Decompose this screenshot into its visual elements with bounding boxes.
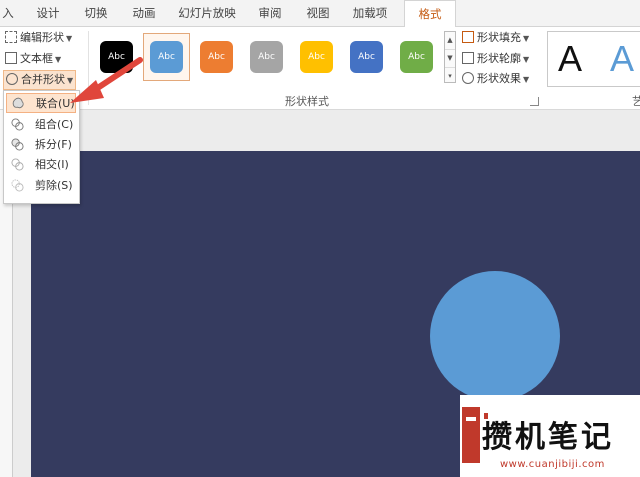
menu-item-intersect[interactable]: 相交(I) [6,155,76,175]
shape-style-swatch[interactable]: Abc [150,41,183,73]
shape-fill-button[interactable]: 形状填充 ▼ [462,29,529,47]
chevron-down-icon: ▼ [523,34,530,43]
chevron-down-icon: ▼ [66,34,73,43]
union-icon [12,97,24,109]
tab-transitions[interactable]: 切换 [78,0,114,26]
chevron-down-icon: ▼ [67,76,74,85]
intersect-icon [11,158,24,171]
shape-outline-label: 形状轮廓 [477,52,521,65]
chevron-down-icon: ▼ [523,75,530,84]
text-box-icon [5,52,17,64]
menu-item-subtract[interactable]: 剪除(S) [6,176,76,196]
group-divider [88,31,89,105]
shape-style-swatch[interactable]: Abc [100,41,133,73]
text-box-button[interactable]: 文本框 ▼ [5,50,61,68]
combine-icon [11,118,24,131]
merge-shapes-menu: 联合(U) 组合(C) 拆分(F) 相交(I) 剪除(S) [3,90,80,204]
shape-fill-label: 形状填充 [477,31,521,44]
menu-item-union[interactable]: 联合(U) [6,93,76,113]
menu-item-label: 拆分(F) [35,138,72,151]
style-gallery-scroll[interactable]: ▲ ▼ ▾ [444,31,456,83]
shape-style-swatch[interactable]: Abc [200,41,233,73]
shape-style-swatch[interactable]: Abc [400,41,433,73]
shape-effects-button[interactable]: 形状效果 ▼ [462,70,529,88]
pen-outline-icon [462,52,474,64]
tab-review[interactable]: 审阅 [252,0,288,26]
chevron-down-icon: ▼ [55,55,62,64]
menu-item-combine[interactable]: 组合(C) [6,115,76,135]
watermark-url: www.cuanjibiji.com [500,459,605,470]
shape-style-swatch[interactable]: Abc [250,41,283,73]
ribbon-format: 编辑形状 ▼ 文本框 ▼ 合并形状 ▼ Abc Abc Abc Abc Abc Abc… [0,27,640,110]
tab-insert[interactable]: 入 [0,0,16,26]
merge-shapes-button[interactable]: 合并形状 ▼ [3,70,77,90]
watermark-text: 攒机笔记 [482,420,614,455]
shape-effects-label: 形状效果 [477,72,521,85]
menu-item-fragment[interactable]: 拆分(F) [6,135,76,155]
wordart-black-sample[interactable]: A [558,39,582,79]
tab-animations[interactable]: 动画 [126,0,162,26]
tab-slideshow[interactable]: 幻灯片放映 [174,0,240,26]
tab-addins[interactable]: 加载项 [346,0,394,26]
circle-shape[interactable] [430,271,560,401]
menu-item-label: 相交(I) [35,158,69,171]
shape-outline-button[interactable]: 形状轮廓 ▼ [462,50,529,68]
wordart-group-label: 艺 [632,95,640,108]
menu-item-label: 联合(U) [36,97,75,110]
gallery-more-icon[interactable]: ▾ [445,68,455,85]
scroll-up-icon[interactable]: ▲ [445,32,455,50]
edit-shape-icon [5,31,17,43]
shape-style-swatch[interactable]: Abc [350,41,383,73]
tab-format[interactable]: 格式 [404,0,456,28]
effects-icon [462,72,474,84]
wordart-blue-sample[interactable]: A [610,39,634,79]
text-box-label: 文本框 [20,52,53,65]
paint-bucket-icon [462,31,474,43]
merge-shapes-label: 合并形状 [21,73,65,86]
edit-shape-button[interactable]: 编辑形状 ▼ [5,29,72,47]
tab-view[interactable]: 视图 [300,0,336,26]
tab-design[interactable]: 设计 [30,0,66,26]
merge-shapes-icon [6,73,18,85]
subtract-icon [11,179,24,192]
dialog-launcher-icon[interactable] [530,97,539,106]
menu-item-label: 剪除(S) [35,179,73,192]
edit-shape-label: 编辑形状 [20,31,64,44]
watermark: 攒机笔记 www.cuanjibiji.com [460,395,640,477]
scroll-down-icon[interactable]: ▼ [445,50,455,68]
menu-item-label: 组合(C) [35,118,74,131]
shape-style-swatch[interactable]: Abc [300,41,333,73]
fragment-icon [11,138,24,151]
shape-styles-group-label: 形状样式 [285,95,329,108]
ribbon-tab-bar: 入 设计 切换 动画 幻灯片放映 审阅 视图 加载项 格式 [0,0,640,28]
chevron-down-icon: ▼ [523,55,530,64]
